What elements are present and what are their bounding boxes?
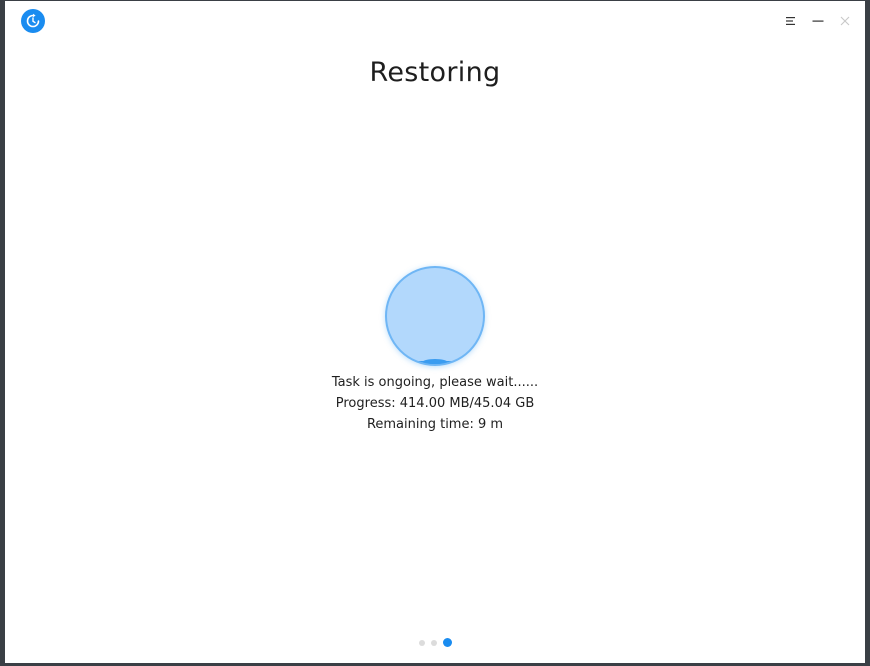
- page-dot: [430, 639, 437, 646]
- status-block: Task is ongoing, please wait...... Progr…: [5, 372, 865, 435]
- app-window: Restoring Task is ongoing, please wait..…: [5, 1, 865, 663]
- minimize-icon: [812, 20, 824, 22]
- close-button[interactable]: [833, 9, 857, 33]
- remaining-time-text: Remaining time: 9 m: [366, 417, 504, 432]
- minimize-button[interactable]: [806, 9, 830, 33]
- status-message: Task is ongoing, please wait......: [331, 375, 539, 390]
- page-indicator: [5, 638, 865, 647]
- progress-fill: [387, 359, 483, 364]
- page-dot: [418, 639, 425, 646]
- close-icon: [840, 16, 850, 26]
- page-dot: [442, 638, 452, 647]
- progress-text: Progress: 414.00 MB/45.04 GB: [335, 396, 535, 411]
- backup-restore-icon: [21, 9, 45, 33]
- menu-icon: [786, 17, 795, 25]
- progress-orb: [385, 266, 485, 366]
- menu-button[interactable]: [779, 9, 803, 33]
- page-title: Restoring: [369, 57, 501, 88]
